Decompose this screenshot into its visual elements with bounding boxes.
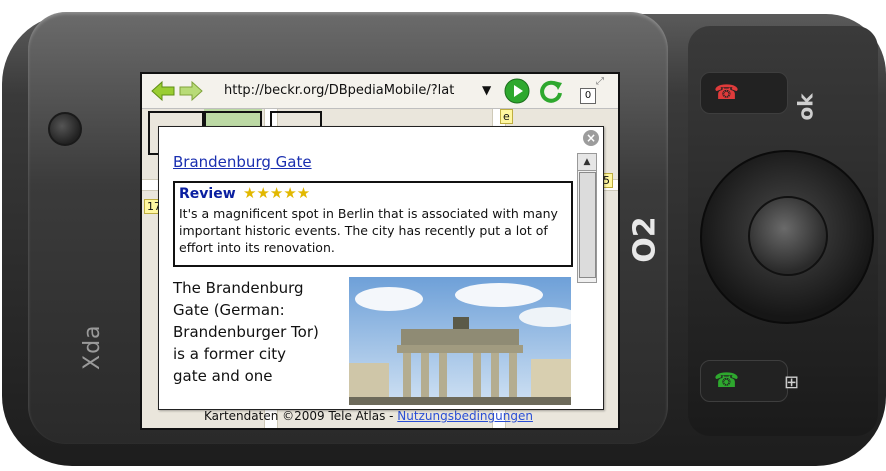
map-attribution: Kartendaten ©2009 Tele Atlas - Nutzungsb… — [204, 409, 533, 423]
call-icon: ☎ — [714, 368, 739, 392]
go-button-icon[interactable] — [504, 78, 530, 104]
scroll-up-icon[interactable]: ▲ — [578, 154, 596, 171]
phone-screen: http://beckr.org/DBpediaMobile/?lat ▼ 0 … — [140, 72, 620, 430]
refresh-icon[interactable] — [538, 78, 564, 104]
dpad-center-button[interactable] — [748, 196, 828, 276]
terms-link[interactable]: Nutzungsbedingungen — [397, 409, 533, 423]
browser-toolbar: http://beckr.org/DBpediaMobile/?lat ▼ 0 … — [142, 74, 618, 109]
info-popup: × Brandenburg Gate ▲ Review ★★★★★ It's a… — [158, 126, 604, 410]
carrier-logo: O2 — [627, 216, 663, 263]
forward-arrow-icon[interactable] — [178, 80, 204, 102]
map-street-number: e — [500, 109, 513, 124]
expand-icon[interactable]: ⤢ — [596, 76, 604, 87]
phone-screenshot: Xda ☎ ok O2 ☎ ⊞ http://beckr.org/DBpedia… — [0, 0, 886, 471]
place-title-link[interactable]: Brandenburg Gate — [173, 153, 312, 171]
review-text: It's a magnificent spot in Berlin that i… — [179, 206, 558, 255]
star-rating: ★★★★★ — [243, 184, 311, 202]
map-copyright: Kartendaten ©2009 Tele Atlas - — [204, 409, 398, 423]
end-call-icon: ☎ — [714, 80, 739, 104]
address-dropdown-icon[interactable]: ▼ — [482, 83, 491, 97]
description-text: The Brandenburg Gate (German: Brandenbur… — [173, 279, 319, 385]
back-arrow-icon[interactable] — [150, 80, 176, 102]
windows-start-icon[interactable]: ⊞ — [784, 372, 799, 393]
scroll-thumb[interactable] — [579, 172, 596, 278]
review-heading: Review — [179, 186, 236, 202]
device-brand: Xda — [80, 324, 105, 370]
popup-scrollbar[interactable]: ▲ — [577, 153, 597, 283]
address-bar[interactable]: http://beckr.org/DBpediaMobile/?lat — [224, 83, 482, 98]
landmark-photo — [349, 277, 571, 405]
close-icon[interactable]: × — [583, 130, 599, 146]
review-box: Review ★★★★★ It's a magnificent spot in … — [173, 181, 573, 267]
camera-lens — [48, 112, 82, 146]
tab-count[interactable]: 0 — [580, 88, 596, 104]
ok-button-label[interactable]: ok — [794, 93, 818, 120]
